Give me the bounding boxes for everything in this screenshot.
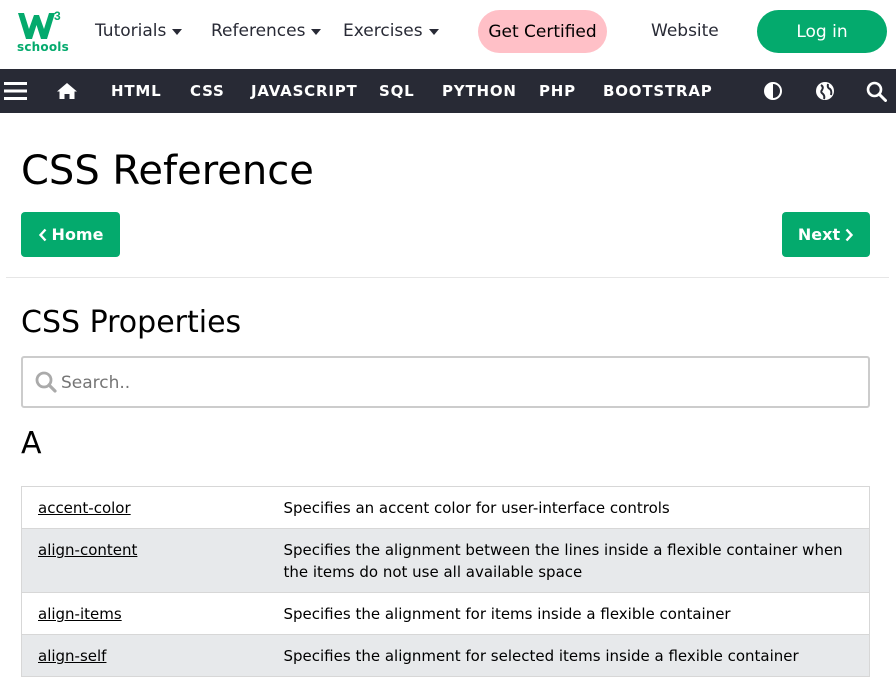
divider (6, 277, 889, 278)
get-certified-button[interactable]: Get Certified (478, 10, 607, 53)
nav-exercises[interactable]: Exercises (343, 21, 439, 41)
nav-css[interactable]: CSS (190, 82, 225, 100)
properties-table: accent-color Specifies an accent color f… (21, 486, 870, 677)
website-link[interactable]: Website (651, 21, 719, 41)
table-row: align-self Specifies the alignment for s… (21, 634, 870, 677)
table-row: align-items Specifies the alignment for … (21, 592, 870, 635)
nav-tutorials-label: Tutorials (95, 21, 167, 41)
section-title: CSS Properties (21, 305, 242, 340)
search-icon[interactable] (866, 81, 887, 106)
nav-python[interactable]: PYTHON (442, 82, 517, 100)
nav-php[interactable]: PHP (539, 82, 576, 100)
subject-nav-bar: HTML CSS JAVASCRIPT SQL PYTHON PHP BOOTS… (0, 69, 896, 113)
home-button[interactable]: Home (21, 212, 120, 257)
contrast-icon[interactable] (763, 81, 783, 105)
caret-down-icon (172, 29, 183, 35)
property-cell: align-self (21, 634, 268, 677)
property-link[interactable]: align-content (38, 541, 137, 559)
nav-references-label: References (211, 21, 306, 41)
chevron-right-icon (845, 228, 854, 241)
home-button-label: Home (51, 225, 104, 244)
property-search[interactable] (21, 356, 870, 408)
property-cell: align-content (21, 528, 268, 593)
top-bar: 3 schools Tutorials References Exercises… (0, 0, 896, 69)
caret-down-icon (428, 29, 439, 35)
nav-references[interactable]: References (211, 21, 322, 41)
next-button-label: Next (797, 225, 841, 244)
chevron-left-icon (38, 228, 46, 241)
menu-icon[interactable] (4, 81, 28, 105)
description-cell: Specifies the alignment for selected ite… (267, 634, 870, 677)
property-link[interactable]: align-self (38, 647, 106, 665)
svg-text:3: 3 (54, 9, 61, 23)
table-row: align-content Specifies the alignment be… (21, 528, 870, 593)
home-icon[interactable] (56, 82, 78, 104)
globe-icon[interactable] (815, 81, 835, 105)
next-button[interactable]: Next (782, 212, 870, 257)
w3-logo-icon: 3 (18, 9, 61, 39)
property-link[interactable]: align-items (38, 605, 122, 623)
nav-sql[interactable]: SQL (379, 82, 415, 100)
property-link[interactable]: accent-color (38, 499, 131, 517)
page-title: CSS Reference (21, 148, 314, 194)
search-icon (35, 371, 57, 393)
caret-down-icon (311, 29, 322, 35)
table-row: accent-color Specifies an accent color f… (21, 486, 870, 529)
nav-bootstrap[interactable]: BOOTSTRAP (603, 82, 713, 100)
property-cell: align-items (21, 592, 268, 635)
nav-javascript[interactable]: JAVASCRIPT (251, 82, 358, 100)
nav-tutorials[interactable]: Tutorials (95, 21, 183, 41)
nav-exercises-label: Exercises (343, 21, 423, 41)
description-cell: Specifies the alignment for items inside… (267, 592, 870, 635)
search-input[interactable] (61, 371, 841, 395)
logo-text: schools (17, 40, 69, 54)
description-cell: Specifies an accent color for user-inter… (267, 486, 870, 529)
description-cell: Specifies the alignment between the line… (267, 528, 870, 593)
letter-heading: A (21, 426, 42, 461)
login-button[interactable]: Log in (757, 10, 887, 53)
property-cell: accent-color (21, 486, 268, 529)
nav-html[interactable]: HTML (111, 82, 161, 100)
